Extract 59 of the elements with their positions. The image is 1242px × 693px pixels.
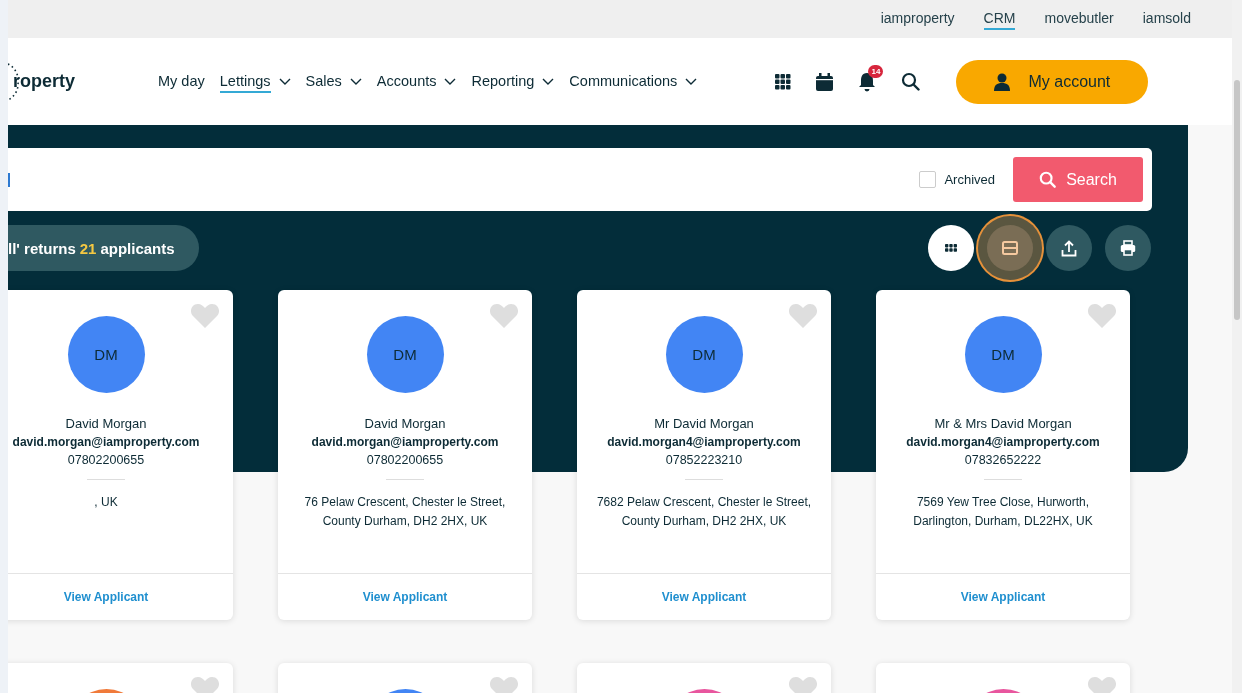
avatar-initials: DM	[964, 316, 1042, 393]
grid-icon	[945, 244, 957, 252]
view-applicant-link[interactable]: View Applicant	[661, 590, 747, 604]
chevron-down-icon[interactable]	[349, 77, 362, 86]
applicant-name: David Morgan	[364, 416, 446, 431]
nav-item[interactable]: My day	[158, 70, 205, 93]
notification-badge: 14	[868, 64, 884, 78]
applicant-address: , UK	[93, 494, 119, 511]
my-account-button[interactable]: My account	[956, 59, 1149, 104]
applicant-address: 7569 Yew Tree Close, Hurworth, Darlington, Durham, DL22HX, UK	[912, 494, 1094, 530]
applicant-email: david.morgan4@iamproperty.com	[607, 435, 801, 449]
applicant-address: 76 Pelaw Crescent, Chester le Street, County Durham, DH2 2HX, UK	[303, 494, 507, 530]
applicant-email: david.morgan@iamproperty.com	[12, 435, 200, 449]
print-view-button[interactable]	[1105, 225, 1151, 271]
view-applicant-link[interactable]: View Applicant	[362, 590, 448, 604]
nav-item[interactable]: Lettings	[219, 70, 291, 93]
chevron-down-icon[interactable]	[278, 77, 291, 86]
applicant-phone: 07802200655	[67, 453, 145, 467]
site-link[interactable]: iamsold	[1142, 8, 1191, 30]
print-icon	[1120, 240, 1136, 256]
avatar-initials: DM	[665, 316, 743, 393]
avatar-initials: DM	[67, 316, 145, 393]
archived-label: Archived	[944, 172, 995, 187]
chevron-down-icon[interactable]	[444, 77, 457, 86]
upload-icon	[1061, 239, 1077, 257]
view-applicant-link[interactable]: View Applicant	[960, 590, 1046, 604]
logo-text[interactable]: roperty	[13, 71, 75, 92]
applicant-phone: 07852223210	[665, 453, 743, 467]
nav-item[interactable]: Communications	[569, 70, 698, 93]
site-link[interactable]: CRM	[983, 8, 1016, 30]
site-link[interactable]: movebutler	[1044, 8, 1114, 30]
applicant-name: Mr David Morgan	[654, 416, 754, 431]
applicant-phone: 07832652222	[964, 453, 1042, 467]
applicant-email: david.morgan@iamproperty.com	[311, 435, 499, 449]
nav-item[interactable]: Accounts	[376, 70, 457, 93]
archived-checkbox[interactable]	[919, 171, 937, 188]
apps-grid-icon[interactable]	[775, 73, 792, 90]
results-summary: ll' returns 21 applicants	[8, 225, 199, 271]
nav-item[interactable]: Reporting	[471, 70, 555, 93]
export-view-button[interactable]	[1046, 225, 1092, 271]
applicant-email: david.morgan4@iamproperty.com	[906, 435, 1100, 449]
applicant-name: David Morgan	[65, 416, 147, 431]
chevron-down-icon[interactable]	[542, 77, 555, 86]
search-icon	[1039, 171, 1057, 188]
search-icon[interactable]	[901, 72, 921, 91]
notifications-button[interactable]: 14	[858, 64, 884, 92]
calendar-icon[interactable]	[816, 72, 834, 91]
avatar-initials: DM	[366, 316, 444, 393]
applicant-name: Mr & Mrs David Morgan	[934, 416, 1072, 431]
person-icon	[994, 72, 1011, 91]
applicant-address: 7682 Pelaw Crescent, Chester le Street, County Durham, DH2 2HX, UK	[595, 494, 813, 530]
scrollbar[interactable]	[1232, 0, 1242, 693]
grid-view-button[interactable]	[928, 225, 974, 271]
list-icon	[1002, 241, 1018, 255]
chevron-down-icon[interactable]	[685, 77, 698, 86]
site-link[interactable]: iamproperty	[880, 8, 955, 30]
view-applicant-link[interactable]: View Applicant	[63, 590, 149, 604]
nav-item[interactable]: Sales	[305, 70, 362, 93]
applicant-phone: 07802200655	[366, 453, 444, 467]
